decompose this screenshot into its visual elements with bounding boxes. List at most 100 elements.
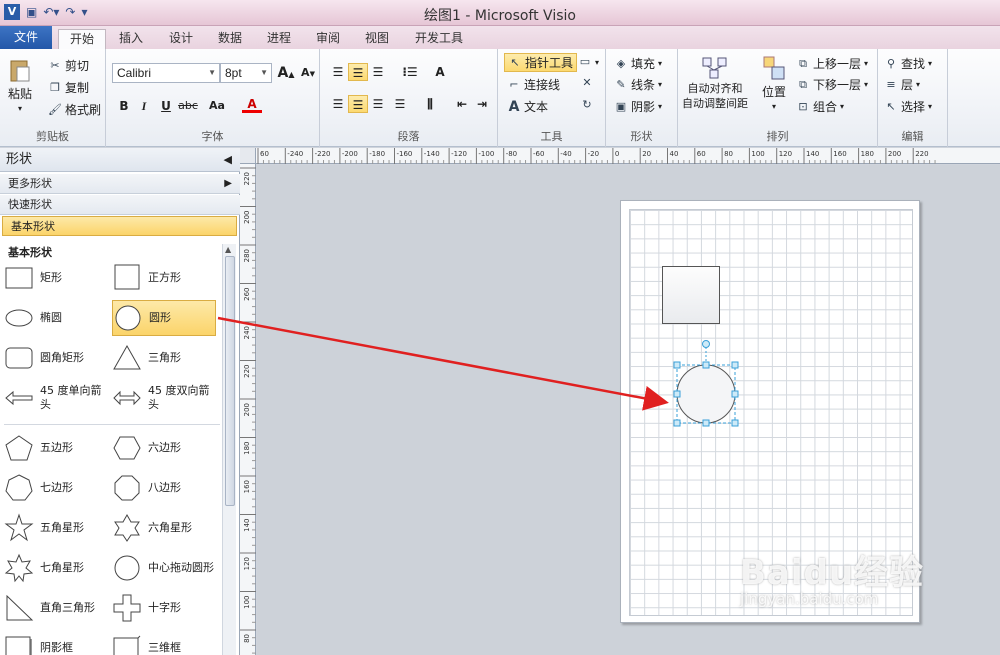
- x-icon: ✕: [582, 76, 592, 89]
- pentagon-icon: [5, 435, 33, 461]
- collapse-pane-icon[interactable]: ◀: [224, 148, 232, 172]
- font-color-button[interactable]: A: [242, 95, 262, 113]
- shape-item-octagon[interactable]: 八边形: [112, 470, 216, 506]
- shape-item-3d-box[interactable]: 三维框: [112, 630, 216, 655]
- shape-item-shadow-box[interactable]: 阴影框: [4, 630, 108, 655]
- bring-forward-button[interactable]: ⧉ 上移一层 ▾: [796, 55, 868, 72]
- shape-item-pentagon[interactable]: 五边形: [4, 430, 108, 466]
- change-case-button[interactable]: Aa: [204, 97, 230, 115]
- auto-align-label-1: 自动对齐和: [687, 82, 743, 95]
- fill-button[interactable]: ◈ 填充 ▾: [614, 55, 662, 72]
- shape-item-seven-point-star[interactable]: 七角星形: [4, 550, 108, 586]
- tab-review[interactable]: 审阅: [307, 29, 349, 49]
- shape-item-rounded-rectangle[interactable]: 圆角矩形: [4, 340, 108, 376]
- tab-design[interactable]: 设计: [160, 29, 202, 49]
- align-middle-icon[interactable]: ☰: [348, 63, 368, 81]
- distribute-icon[interactable]: ⫼: [420, 95, 440, 113]
- shape-item-double-arrow[interactable]: 45 度双向箭头: [112, 380, 216, 416]
- connector-tool-label: 连接线: [524, 78, 561, 92]
- connector-tool-button[interactable]: ⌐ 连接线: [507, 76, 560, 93]
- tab-view[interactable]: 视图: [356, 29, 398, 49]
- rectangle-tool-button[interactable]: ▭ ▾: [578, 55, 599, 69]
- connection-point-button[interactable]: ✕: [580, 76, 594, 90]
- align-bottom-icon[interactable]: ☰: [368, 63, 388, 81]
- bold-button[interactable]: B: [114, 97, 134, 115]
- justify-icon[interactable]: ☰: [390, 95, 410, 113]
- text-tool-button[interactable]: A 文本: [507, 98, 548, 115]
- send-backward-button[interactable]: ⧉ 下移一层 ▾: [796, 76, 868, 93]
- shape-item-right-triangle[interactable]: 直角三角形: [4, 590, 108, 626]
- font-size-select[interactable]: 8pt ▼: [220, 63, 272, 83]
- tab-file[interactable]: 文件: [0, 26, 52, 49]
- basic-shapes-row[interactable]: 基本形状: [2, 216, 237, 236]
- shape-item-circle[interactable]: 圆形: [112, 300, 216, 336]
- format-painter-button[interactable]: 🖌 格式刷: [48, 101, 101, 118]
- shape-label: 阴影框: [40, 641, 73, 654]
- increase-indent-icon[interactable]: ⇥: [472, 95, 492, 113]
- shape-item-cross[interactable]: 十字形: [112, 590, 216, 626]
- decrease-indent-icon[interactable]: ⇤: [452, 95, 472, 113]
- ruler-label: 80: [243, 634, 251, 643]
- line-button[interactable]: ✎ 线条 ▾: [614, 76, 662, 93]
- rotate-tool-button[interactable]: ↻: [580, 98, 594, 112]
- quick-shapes-row[interactable]: 快速形状: [0, 195, 240, 215]
- shape-label: 直角三角形: [40, 601, 95, 614]
- tab-developer[interactable]: 开发工具: [408, 29, 470, 49]
- font-group: Calibri ▼ 8pt ▼ A▲ A▼ B I U abc Aa A 字体: [106, 49, 320, 147]
- shape-item-ellipse[interactable]: 椭圆: [4, 300, 108, 336]
- bullets-icon[interactable]: ⁝☰: [400, 63, 420, 81]
- align-center-icon[interactable]: ☰: [348, 95, 368, 113]
- text-a-icon: A: [508, 98, 520, 115]
- shape-item-triangle[interactable]: 三角形: [112, 340, 216, 376]
- ruler-label: 200: [243, 403, 251, 416]
- shape-item-six-point-star[interactable]: 六角星形: [112, 510, 216, 546]
- align-left-icon[interactable]: ☰: [328, 95, 348, 113]
- more-shapes-label: 更多形状: [8, 177, 52, 190]
- cut-button[interactable]: ✂ 剪切: [48, 57, 89, 74]
- scroll-thumb[interactable]: [225, 256, 235, 506]
- scroll-up-icon[interactable]: ▲: [225, 245, 231, 254]
- grow-font-button[interactable]: A▲: [276, 64, 296, 82]
- strikethrough-button[interactable]: abc: [178, 97, 198, 115]
- paragraph-group-label: 段落: [397, 130, 420, 143]
- underline-button[interactable]: U: [156, 97, 176, 115]
- find-button[interactable]: ⚲ 查找 ▾: [884, 55, 932, 72]
- group-button[interactable]: ⊡ 组合 ▾: [796, 98, 844, 115]
- copy-button[interactable]: ❐ 复制: [48, 79, 89, 96]
- shadow-button[interactable]: ▣ 阴影 ▾: [614, 98, 662, 115]
- tab-insert[interactable]: 插入: [110, 29, 152, 49]
- shape-item-center-drag-circle[interactable]: 中心拖动圆形: [112, 550, 216, 586]
- auto-align-button[interactable]: 自动对齐和 自动调整间距: [682, 55, 748, 111]
- paste-button[interactable]: 粘贴 ▾: [8, 57, 32, 113]
- ruler-label: 80: [724, 150, 733, 158]
- ruler-label: 200: [243, 211, 251, 224]
- select-button[interactable]: ↖ 选择 ▾: [884, 98, 932, 115]
- font-family-select[interactable]: Calibri ▼: [112, 63, 220, 83]
- tab-data[interactable]: 数据: [209, 29, 251, 49]
- italic-button[interactable]: I: [134, 97, 154, 115]
- shrink-font-button[interactable]: A▼: [298, 64, 318, 82]
- shape-item-five-point-star[interactable]: 五角星形: [4, 510, 108, 546]
- tab-home[interactable]: 开始: [58, 29, 106, 50]
- shape-item-hexagon[interactable]: 六边形: [112, 430, 216, 466]
- shapes-pane-header: 形状 ◀: [0, 148, 240, 172]
- stencil-scrollbar[interactable]: ▲: [222, 244, 236, 655]
- format-painter-label: 格式刷: [65, 103, 102, 117]
- layer-button[interactable]: ≡ 层 ▾: [884, 76, 920, 93]
- align-right-icon[interactable]: ☰: [368, 95, 388, 113]
- position-button[interactable]: 位置 ▾: [762, 55, 786, 111]
- shape-item-square[interactable]: 正方形: [112, 260, 216, 296]
- square-shape[interactable]: [662, 266, 720, 324]
- pointer-tool-button[interactable]: ↖ 指针工具: [504, 53, 578, 72]
- align-top-icon[interactable]: ☰: [328, 63, 348, 81]
- shape-label: 45 度双向箭头: [148, 384, 210, 411]
- editing-group: ⚲ 查找 ▾ ≡ 层 ▾ ↖ 选择 ▾ 编辑: [878, 49, 948, 147]
- rectangle-tool-icon: ▭: [579, 55, 591, 68]
- text-direction-icon[interactable]: A: [430, 63, 450, 81]
- shape-item-rectangle[interactable]: 矩形: [4, 260, 108, 296]
- chevron-right-icon: ▶: [224, 178, 232, 189]
- tab-process[interactable]: 进程: [258, 29, 300, 49]
- shape-item-single-arrow[interactable]: 45 度单向箭头: [4, 380, 108, 416]
- more-shapes-row[interactable]: 更多形状 ▶: [0, 174, 240, 194]
- shape-item-heptagon[interactable]: 七边形: [4, 470, 108, 506]
